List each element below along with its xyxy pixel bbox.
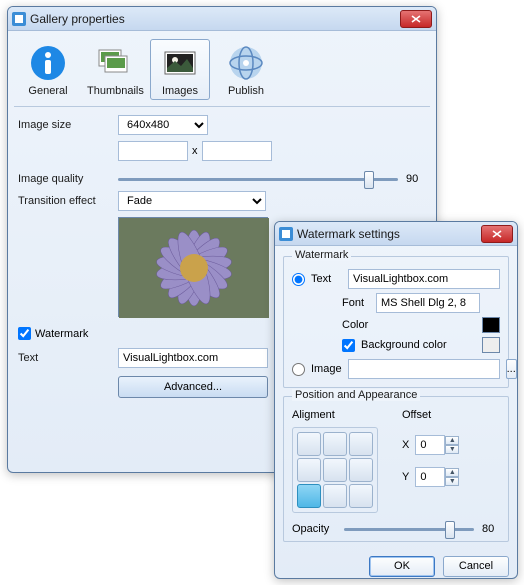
tab-general[interactable]: General <box>18 39 78 100</box>
align-tc[interactable] <box>323 432 347 456</box>
align-mr[interactable] <box>349 458 373 482</box>
watermark-text-input[interactable] <box>118 348 268 368</box>
offset-y-input[interactable] <box>415 467 445 487</box>
align-tr[interactable] <box>349 432 373 456</box>
tab-images[interactable]: Images <box>150 39 210 100</box>
align-br[interactable] <box>349 484 373 508</box>
tab-thumbnails-label: Thumbnails <box>87 85 141 97</box>
dim-separator: x <box>192 145 198 157</box>
alignment-grid <box>292 427 378 513</box>
font-input[interactable] <box>376 293 480 313</box>
transition-label: Transition effect <box>18 195 110 207</box>
text-radio[interactable] <box>292 273 305 286</box>
watermark-settings-window: Watermark settings Watermark Text Font C… <box>274 221 518 579</box>
info-icon <box>28 43 68 83</box>
tab-strip: General Thumbnails Images Publish <box>18 39 426 100</box>
align-mc[interactable] <box>323 458 347 482</box>
bgcolor-swatch[interactable] <box>482 337 500 353</box>
watermark-label: Watermark <box>35 328 88 340</box>
image-size-select[interactable]: 640x480 <box>118 115 208 135</box>
image-quality-slider[interactable] <box>118 178 398 181</box>
spin-buttons[interactable]: ▲▼ <box>445 436 459 454</box>
publish-icon <box>226 43 266 83</box>
image-height-input[interactable] <box>202 141 272 161</box>
cancel-button[interactable]: Cancel <box>443 556 509 577</box>
image-quality-value: 90 <box>406 173 426 185</box>
close-button[interactable] <box>400 10 432 28</box>
y-label: Y <box>402 471 409 483</box>
transition-select[interactable]: Fade <box>118 191 266 211</box>
image-size-label: Image size <box>18 119 110 131</box>
slider-thumb[interactable] <box>445 521 455 539</box>
align-bc[interactable] <box>323 484 347 508</box>
image-radio[interactable] <box>292 363 305 376</box>
app-icon <box>279 227 293 241</box>
group-title: Position and Appearance <box>292 389 420 401</box>
transition-preview <box>118 217 268 317</box>
window-title: Watermark settings <box>297 227 481 241</box>
align-ml[interactable] <box>297 458 321 482</box>
opacity-value: 80 <box>482 523 500 535</box>
wm-text-input[interactable] <box>348 269 500 289</box>
spin-buttons[interactable]: ▲▼ <box>445 468 459 486</box>
image-quality-label: Image quality <box>18 173 110 185</box>
advanced-button[interactable]: Advanced... <box>118 376 268 398</box>
opacity-slider[interactable] <box>344 528 474 531</box>
watermark-checkbox[interactable] <box>18 327 31 340</box>
window-title: Gallery properties <box>30 12 400 26</box>
watermark-group: Watermark Text Font Color Background col… <box>283 256 509 388</box>
slider-thumb[interactable] <box>364 171 374 189</box>
alignment-label: Aligment <box>292 409 378 421</box>
tab-publish-label: Publish <box>219 85 273 97</box>
ok-button[interactable]: OK <box>369 556 435 577</box>
group-title: Watermark <box>292 249 351 261</box>
offset-label: Offset <box>402 409 459 421</box>
close-button[interactable] <box>481 225 513 243</box>
align-bl[interactable] <box>297 484 321 508</box>
titlebar[interactable]: Gallery properties <box>8 7 436 31</box>
color-swatch[interactable] <box>482 317 500 333</box>
align-tl[interactable] <box>297 432 321 456</box>
browse-button[interactable]: ... <box>506 359 517 379</box>
opacity-label: Opacity <box>292 523 336 535</box>
font-label: Font <box>342 297 370 309</box>
color-label: Color <box>342 319 370 331</box>
image-radio-label: Image <box>311 363 342 375</box>
images-icon <box>160 43 200 83</box>
position-group: Position and Appearance Aligment <box>283 396 509 542</box>
tab-images-label: Images <box>153 85 207 97</box>
image-width-input[interactable] <box>118 141 188 161</box>
tab-thumbnails[interactable]: Thumbnails <box>84 39 144 100</box>
divider <box>14 106 430 107</box>
bgcolor-checkbox[interactable] <box>342 339 355 352</box>
thumbnails-icon <box>94 43 134 83</box>
wm-image-input[interactable] <box>348 359 500 379</box>
titlebar[interactable]: Watermark settings <box>275 222 517 246</box>
tab-general-label: General <box>21 85 75 97</box>
text-radio-label: Text <box>311 273 342 285</box>
tab-publish[interactable]: Publish <box>216 39 276 100</box>
app-icon <box>12 12 26 26</box>
text-label: Text <box>18 352 110 364</box>
offset-x-input[interactable] <box>415 435 445 455</box>
bgcolor-label: Background color <box>361 339 447 351</box>
x-label: X <box>402 439 409 451</box>
